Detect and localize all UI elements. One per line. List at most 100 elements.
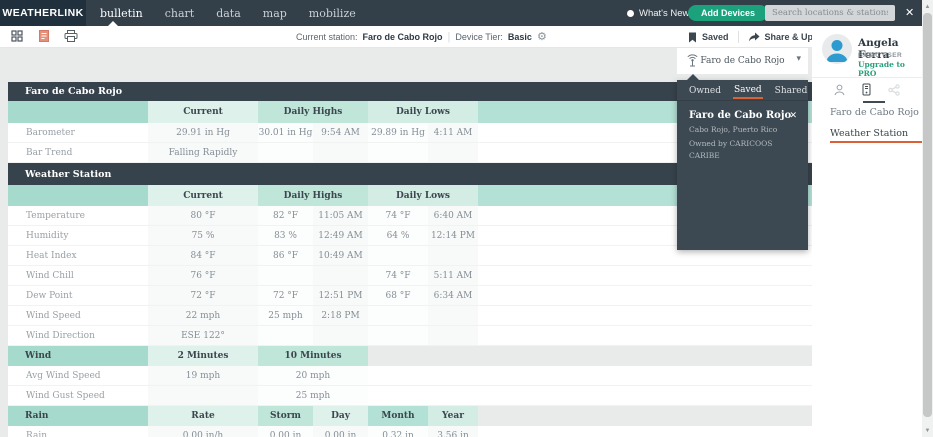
- add-devices-button[interactable]: Add Devices: [688, 5, 769, 21]
- wind-table-header: Wind 2 Minutes 10 Minutes: [8, 346, 812, 366]
- scroll-down-icon[interactable]: ▼: [922, 425, 933, 436]
- cell-month: 0.32 in: [368, 426, 428, 437]
- cell-low: [368, 143, 428, 162]
- cell-spacer: [368, 386, 812, 405]
- active-item-underline: [830, 141, 925, 143]
- cell-high: 30.01 in Hg: [258, 123, 313, 142]
- nav-item-data[interactable]: data: [216, 7, 241, 20]
- bookmark-icon: [689, 32, 696, 42]
- close-icon[interactable]: ✕: [905, 0, 914, 26]
- cell-high-time: [313, 326, 368, 345]
- cell-current: 72 °F: [148, 286, 258, 305]
- row-label: Barometer: [26, 127, 75, 138]
- tab-shared[interactable]: Shared: [774, 82, 809, 98]
- cell-low: 74 °F: [368, 266, 428, 285]
- nav-item-bulletin[interactable]: bulletin: [100, 7, 143, 20]
- cell-10-min: 20 mph: [258, 366, 368, 385]
- grid-view-icon[interactable]: [10, 29, 24, 43]
- avatar[interactable]: [822, 34, 852, 64]
- stations-panel-tabs: Owned Saved Shared: [677, 80, 848, 101]
- cell-spacer: [478, 286, 812, 305]
- header-blank: [8, 101, 148, 123]
- header-2-minutes: 2 Minutes: [148, 346, 258, 366]
- header-blank: [8, 185, 148, 206]
- row-label: Humidity: [26, 230, 69, 241]
- station-card-owner: Owned by CARICOOS CARIBE: [689, 139, 773, 160]
- tab-saved[interactable]: Saved: [732, 81, 763, 99]
- cell-current: 76 °F: [148, 266, 258, 285]
- header-current: Current: [148, 185, 258, 206]
- cell-high: 72 °F: [258, 286, 313, 305]
- rain-table-header: Rain Rate Storm Day Month Year: [8, 406, 812, 426]
- header-daily-highs: Daily Highs: [258, 101, 368, 123]
- account-icon[interactable]: [832, 82, 848, 98]
- station-selector[interactable]: Faro de Cabo Rojo ▾: [677, 48, 808, 74]
- sidebar-item-weather-station[interactable]: Weather Station: [830, 128, 908, 139]
- row-label: Bar Trend: [26, 147, 73, 158]
- row-label: Heat Index: [26, 250, 77, 261]
- cell-low: [368, 246, 428, 265]
- upgrade-to-pro-link[interactable]: Upgrade to PRO: [858, 60, 922, 78]
- cell-low: 29.89 in Hg: [368, 123, 428, 142]
- row-label: Dew Point: [26, 290, 73, 301]
- nav-menu: bulletin chart data map mobilize: [100, 0, 356, 26]
- cell-storm: 0.00 in: [258, 426, 313, 437]
- row-label: Wind Chill: [26, 270, 74, 281]
- current-station-info: Current station: Faro de Cabo Rojo | Dev…: [296, 26, 547, 48]
- header-rain: Rain: [8, 406, 148, 426]
- cell-low: 68 °F: [368, 286, 428, 305]
- cell-low-time: 6:40 AM: [428, 206, 478, 225]
- table-row-avg-wind-speed: Avg Wind Speed 19 mph 20 mph: [8, 366, 812, 386]
- devices-icon[interactable]: [859, 82, 875, 98]
- saved-button[interactable]: Saved: [688, 32, 729, 43]
- station-card[interactable]: Faro de Cabo Rojo Cabo Rojo, Puerto Rico…: [677, 101, 808, 170]
- row-label: Wind Speed: [26, 310, 81, 321]
- row-label: Rain: [26, 430, 48, 437]
- header-year: Year: [428, 406, 478, 426]
- cell-low: 74 °F: [368, 206, 428, 225]
- header-rate: Rate: [148, 406, 258, 426]
- sidebar-icon-row: [812, 77, 922, 101]
- current-station-name: Faro de Cabo Rojo: [362, 32, 443, 42]
- cell-spacer: [368, 366, 812, 385]
- station-card-close-icon[interactable]: ✕: [789, 110, 797, 121]
- sharing-icon[interactable]: [886, 82, 902, 98]
- current-station-label: Current station:: [296, 32, 358, 42]
- chevron-down-icon: ▾: [796, 54, 801, 64]
- header-10-minutes: 10 Minutes: [258, 346, 368, 366]
- weatherlink-logo[interactable]: WEATHERLINK: [0, 0, 86, 26]
- weatherlink-app: WEATHERLINK bulletin chart data map mobi…: [0, 0, 933, 437]
- cell-low-time: [428, 326, 478, 345]
- search-input[interactable]: [765, 5, 895, 21]
- whats-new-link[interactable]: What's New?: [627, 0, 695, 26]
- table-row-wind-speed: Wind Speed 22 mph 25 mph 2:18 PM: [8, 306, 812, 326]
- vertical-scrollbar[interactable]: ▲ ▼: [922, 0, 933, 437]
- bulletin-board-icon[interactable]: [37, 29, 51, 43]
- whats-new-label: What's New?: [639, 7, 695, 19]
- nav-item-chart[interactable]: chart: [165, 7, 194, 20]
- scrollbar-thumb[interactable]: [923, 13, 932, 417]
- cell-low-time: 12:14 PM: [428, 226, 478, 245]
- table-row-wind-gust-speed: Wind Gust Speed 25 mph: [8, 386, 812, 406]
- cell-current: 84 °F: [148, 246, 258, 265]
- cell-spacer: [478, 306, 812, 325]
- station-card-location: Cabo Rojo, Puerto Rico: [689, 125, 778, 134]
- station-card-title: Faro de Cabo Rojo: [689, 110, 792, 121]
- cell-low-time: [428, 246, 478, 265]
- toolbar-icons: [10, 29, 78, 43]
- cell-high-time: [313, 143, 368, 162]
- stations-panel: Owned Saved Shared Faro de Cabo Rojo Cab…: [677, 74, 848, 250]
- user-tier-badge: BASIC USER: [858, 52, 903, 59]
- cell-low: 64 %: [368, 226, 428, 245]
- cell-year: 3.56 in: [428, 426, 478, 437]
- tab-owned[interactable]: Owned: [688, 82, 722, 98]
- cell-spacer: [478, 326, 812, 345]
- header-current: Current: [148, 101, 258, 123]
- gear-icon[interactable]: ⚙: [537, 31, 547, 43]
- scroll-up-icon[interactable]: ▲: [922, 1, 933, 12]
- header-spacer: [478, 406, 812, 426]
- sidebar-item-station[interactable]: Faro de Cabo Rojo: [830, 107, 919, 118]
- nav-item-map[interactable]: map: [263, 7, 287, 20]
- print-icon[interactable]: [64, 29, 78, 43]
- nav-item-mobilize[interactable]: mobilize: [309, 7, 356, 20]
